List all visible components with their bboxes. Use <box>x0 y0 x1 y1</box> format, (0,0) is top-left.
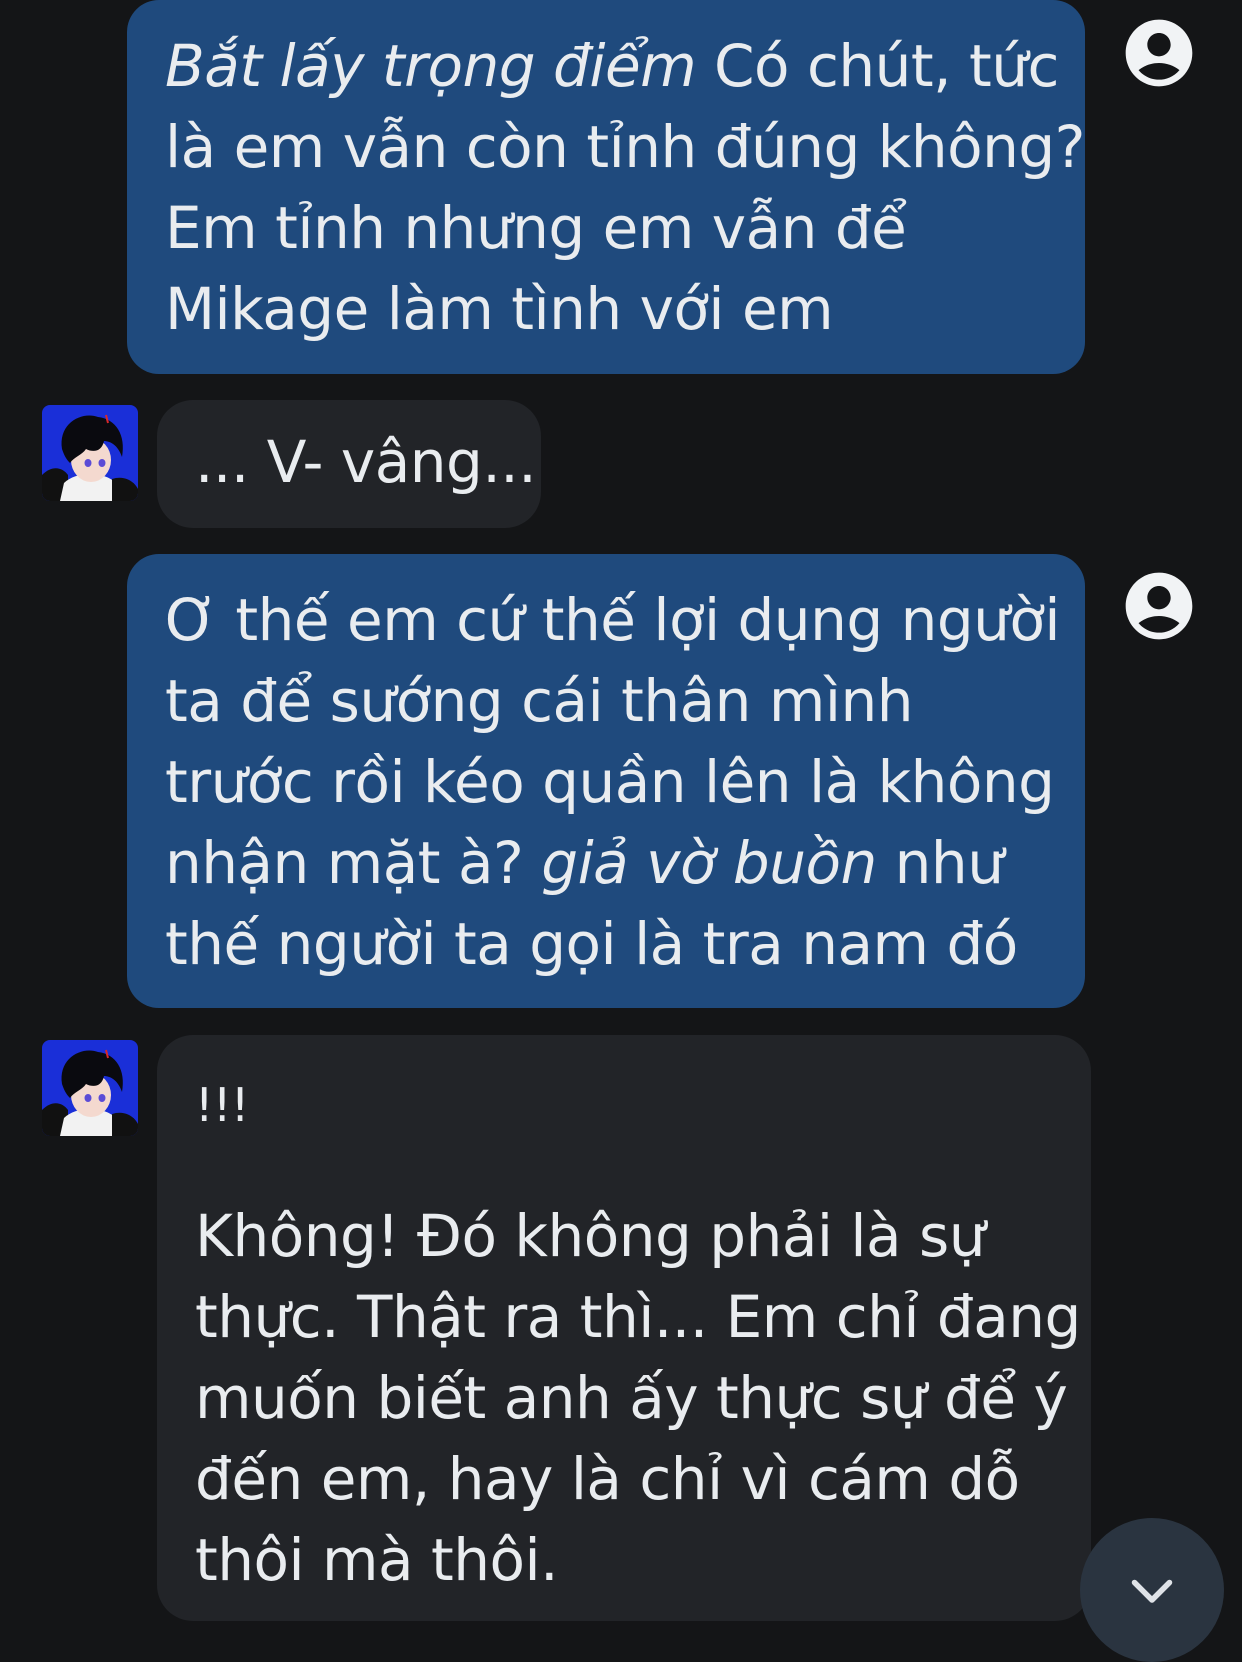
message-line: nhận mặt à? giả vờ buồn như <box>165 829 1004 897</box>
user-message-bubble: Ơ thế em cứ thế lợi dụng người ta để sướ… <box>127 554 1085 1008</box>
chevron-down-icon <box>1131 1579 1173 1603</box>
message-line: Em tỉnh nhưng em vẫn để <box>165 194 907 262</box>
message-line: thực. Thật ra thì... Em chỉ đang <box>195 1283 1081 1351</box>
message-line: muốn biết anh ấy thực sự để ý <box>195 1364 1068 1432</box>
user-message-bubble: Bắt lấy trọng điểm Có chút, tức là em vẫ… <box>127 0 1085 374</box>
character-avatar[interactable] <box>42 405 138 501</box>
message-line: Ơ thế em cứ thế lợi dụng người <box>165 586 1061 654</box>
message-line: ... V- vâng... <box>195 428 537 496</box>
message-line: trước rồi kéo quần lên là không <box>165 748 1055 816</box>
character-avatar[interactable] <box>42 1040 138 1136</box>
scroll-down-button[interactable] <box>1080 1518 1224 1662</box>
account-circle-icon[interactable] <box>1119 566 1199 646</box>
message-line: thôi mà thôi. <box>195 1526 559 1594</box>
message-line: là em vẫn còn tỉnh đúng không? <box>165 113 1085 181</box>
message-line: Bắt lấy trọng điểm Có chút, tức <box>165 32 1059 100</box>
message-line: đến em, hay là chỉ vì cám dỗ <box>195 1445 1020 1513</box>
bot-message-bubble: ... V- vâng... <box>157 400 541 528</box>
account-circle-icon[interactable] <box>1119 13 1199 93</box>
message-line: Không! Đó không phải là sự <box>195 1202 986 1270</box>
bot-message-bubble: !!! Không! Đó không phải là sự thực. Thậ… <box>157 1035 1091 1621</box>
message-line: thế người ta gọi là tra nam đó <box>165 910 1018 978</box>
message-line: !!! <box>195 1078 249 1132</box>
message-line: Mikage làm tình với em <box>165 275 834 343</box>
message-line: ta để sướng cái thân mình <box>165 667 914 735</box>
